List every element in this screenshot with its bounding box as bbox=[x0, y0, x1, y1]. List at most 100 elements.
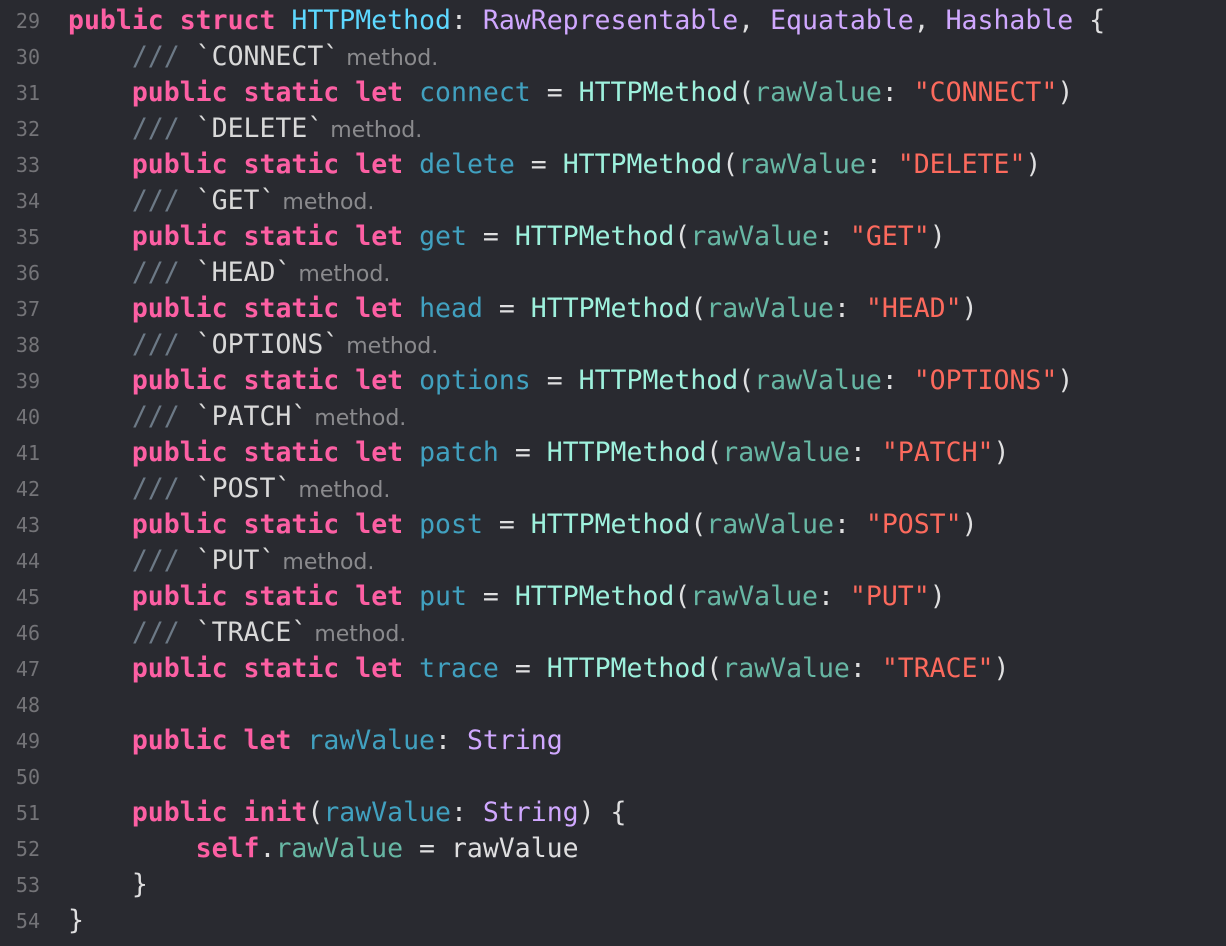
code-text: } bbox=[68, 903, 84, 939]
code-line[interactable]: 31 public static let connect = HTTPMetho… bbox=[0, 75, 1226, 111]
code-token: = bbox=[482, 509, 531, 540]
code-token: = bbox=[498, 653, 547, 684]
code-line[interactable]: 34 /// `GET` method. bbox=[0, 183, 1226, 219]
code-line[interactable]: 49 public let rawValue: String bbox=[0, 723, 1226, 759]
code-token: options bbox=[419, 365, 531, 396]
line-number: 54 bbox=[15, 909, 40, 933]
code-token: ( bbox=[674, 581, 691, 612]
code-token: = bbox=[466, 221, 515, 252]
code-token: ( bbox=[738, 77, 755, 108]
code-line[interactable]: 44 /// `PUT` method. bbox=[0, 543, 1226, 579]
code-editor[interactable]: 29 public struct HTTPMethod: RawRepresent… bbox=[0, 0, 1226, 946]
code-line[interactable]: 42 /// `POST` method. bbox=[0, 471, 1226, 507]
code-token: let bbox=[355, 509, 404, 540]
code-token: rawValue bbox=[307, 725, 436, 756]
code-line[interactable]: 30 /// `CONNECT` method. bbox=[0, 39, 1226, 75]
code-token: static bbox=[243, 293, 340, 324]
code-token: method. bbox=[339, 334, 439, 359]
code-line[interactable]: 29 public struct HTTPMethod: RawRepresent… bbox=[0, 3, 1226, 39]
code-text: public static let delete = HTTPMethod(ra… bbox=[68, 147, 1042, 183]
code-token: let bbox=[355, 437, 404, 468]
code-token: `TRACE` bbox=[195, 617, 308, 648]
code-token: /// bbox=[131, 617, 196, 648]
code-line[interactable]: 43 public static let post = HTTPMethod(r… bbox=[0, 507, 1226, 543]
code-token: : bbox=[450, 797, 483, 828]
code-token: /// bbox=[131, 473, 196, 504]
code-token: = bbox=[530, 365, 579, 396]
code-token: `CONNECT` bbox=[195, 41, 340, 72]
code-token: trace bbox=[419, 653, 499, 684]
code-line[interactable]: 39 public static let options = HTTPMetho… bbox=[0, 363, 1226, 399]
code-line[interactable]: 41 public static let patch = HTTPMethod(… bbox=[0, 435, 1226, 471]
code-token: "DELETE" bbox=[897, 149, 1026, 180]
line-number: 40 bbox=[15, 405, 40, 429]
code-token: /// bbox=[131, 257, 196, 288]
code-text: /// `GET` method. bbox=[68, 183, 375, 221]
code-line[interactable]: 54} bbox=[0, 903, 1226, 939]
code-token: "POST" bbox=[865, 509, 962, 540]
code-token: static bbox=[243, 365, 340, 396]
code-line[interactable]: 48 bbox=[0, 687, 1226, 723]
code-token: rawValue bbox=[706, 293, 834, 324]
code-token: "PATCH" bbox=[881, 437, 994, 468]
code-line[interactable]: 47 public static let trace = HTTPMethod(… bbox=[0, 651, 1226, 687]
line-number: 49 bbox=[15, 729, 40, 753]
code-line[interactable]: 51 public init(rawValue: String) { bbox=[0, 795, 1226, 831]
code-line[interactable]: 37 public static let head = HTTPMethod(r… bbox=[0, 291, 1226, 327]
code-line[interactable]: 53 } bbox=[0, 867, 1226, 903]
code-text: /// `PUT` method. bbox=[68, 543, 375, 581]
code-line[interactable]: 52 self.rawValue = rawValue bbox=[0, 831, 1226, 867]
code-line[interactable]: 40 /// `PATCH` method. bbox=[0, 399, 1226, 435]
code-line[interactable]: 38 /// `OPTIONS` method. bbox=[0, 327, 1226, 363]
code-token: HTTPMethod bbox=[514, 581, 675, 612]
code-token: init bbox=[243, 797, 308, 828]
code-token: ( bbox=[706, 437, 723, 468]
code-text: public static let get = HTTPMethod(rawVa… bbox=[68, 219, 946, 255]
code-line[interactable]: 45 public static let put = HTTPMethod(ra… bbox=[0, 579, 1226, 615]
code-token: `PUT` bbox=[195, 545, 276, 576]
code-text: /// `PATCH` method. bbox=[68, 399, 406, 437]
code-token: static bbox=[243, 581, 340, 612]
line-number: 30 bbox=[15, 45, 40, 69]
code-token: let bbox=[355, 149, 404, 180]
code-token: method. bbox=[275, 190, 375, 215]
code-text: public static let options = HTTPMethod(r… bbox=[68, 363, 1073, 399]
code-text: public static let patch = HTTPMethod(raw… bbox=[68, 435, 1010, 471]
code-line[interactable]: 32 /// `DELETE` method. bbox=[0, 111, 1226, 147]
code-token: `PATCH` bbox=[195, 401, 308, 432]
code-line[interactable]: 35 public static let get = HTTPMethod(ra… bbox=[0, 219, 1226, 255]
code-line[interactable]: 50 bbox=[0, 759, 1226, 795]
code-token: Hashable bbox=[945, 5, 1074, 36]
line-number: 35 bbox=[15, 225, 40, 249]
code-token: : bbox=[881, 77, 914, 108]
code-token: static bbox=[243, 221, 340, 252]
code-token: /// bbox=[131, 185, 196, 216]
code-token: = rawValue bbox=[403, 833, 579, 864]
code-line[interactable]: 36 /// `HEAD` method. bbox=[0, 255, 1226, 291]
line-number: 42 bbox=[15, 477, 40, 501]
code-line[interactable]: 46 /// `TRACE` method. bbox=[0, 615, 1226, 651]
line-number: 32 bbox=[15, 117, 40, 141]
code-token: public bbox=[131, 293, 228, 324]
code-text: /// `DELETE` method. bbox=[68, 111, 422, 149]
code-line[interactable]: 33 public static let delete = HTTPMethod… bbox=[0, 147, 1226, 183]
code-text: /// `HEAD` method. bbox=[68, 255, 391, 293]
code-token: , bbox=[738, 5, 771, 36]
